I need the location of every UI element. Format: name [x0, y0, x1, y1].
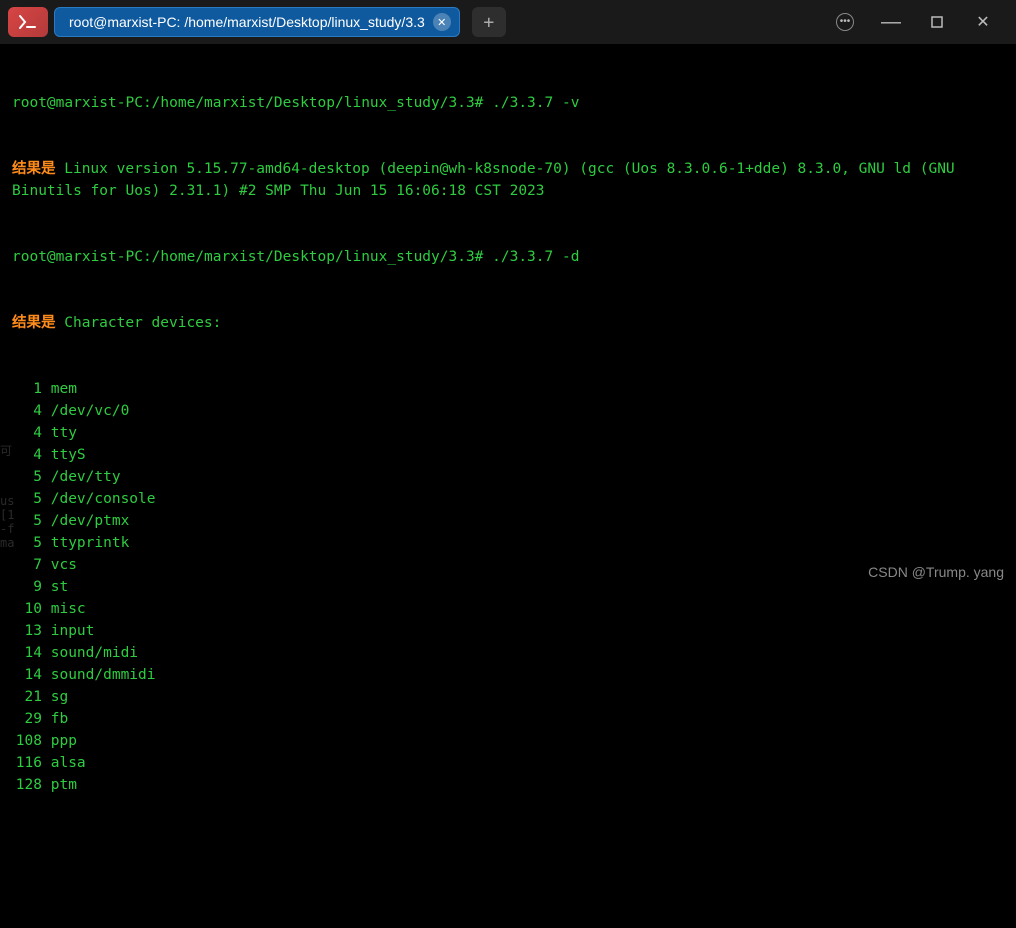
device-name: misc — [42, 601, 86, 617]
watermark: CSDN @Trump. yang — [868, 564, 1004, 580]
prompt: root@marxist-PC:/home/marxist/Desktop/li… — [12, 95, 483, 111]
tab-active[interactable]: root@marxist-PC: /home/marxist/Desktop/l… — [54, 7, 460, 37]
terminal-content[interactable]: root@marxist-PC:/home/marxist/Desktop/li… — [0, 44, 1016, 928]
tab-close-icon[interactable]: ✕ — [433, 13, 451, 31]
tab-title: root@marxist-PC: /home/marxist/Desktop/l… — [69, 14, 425, 30]
title-bar: root@marxist-PC: /home/marxist/Desktop/l… — [0, 0, 1016, 44]
output-line: 结果是 Character devices: — [0, 312, 1016, 334]
device-number: 7 — [12, 554, 42, 576]
device-name: ttyS — [42, 447, 86, 463]
device-number: 5 — [12, 532, 42, 554]
device-name: mem — [42, 381, 77, 397]
result-label: 结果是 — [12, 315, 56, 331]
device-number: 1 — [12, 378, 42, 400]
device-row: 4 tty — [0, 422, 1016, 444]
device-number: 5 — [12, 466, 42, 488]
device-row: 5 ttyprintk — [0, 532, 1016, 554]
device-number: 21 — [12, 686, 42, 708]
device-number: 14 — [12, 664, 42, 686]
result-text: Linux version 5.15.77-amd64-desktop (dee… — [12, 161, 955, 199]
device-row: 7 vcs — [0, 554, 1016, 576]
result-text: Character devices: — [56, 315, 222, 331]
device-number: 4 — [12, 400, 42, 422]
device-row: 14 sound/dmmidi — [0, 664, 1016, 686]
result-label: 结果是 — [12, 161, 56, 177]
device-number: 5 — [12, 488, 42, 510]
device-name: alsa — [42, 755, 86, 771]
device-row: 5 /dev/ptmx — [0, 510, 1016, 532]
device-row: 116 alsa — [0, 752, 1016, 774]
device-number: 128 — [12, 774, 42, 796]
device-name: sg — [42, 689, 68, 705]
device-row: 128 ptm — [0, 774, 1016, 796]
window-controls: ••• — ✕ — [832, 9, 1008, 35]
prompt-line: root@marxist-PC:/home/marxist/Desktop/li… — [0, 92, 1016, 114]
device-number: 29 — [12, 708, 42, 730]
device-number: 9 — [12, 576, 42, 598]
maximize-button[interactable] — [924, 9, 950, 35]
prompt: root@marxist-PC:/home/marxist/Desktop/li… — [12, 249, 483, 265]
device-name: /dev/console — [42, 491, 156, 507]
new-tab-button[interactable]: + — [472, 7, 506, 37]
device-row: 108 ppp — [0, 730, 1016, 752]
device-number: 108 — [12, 730, 42, 752]
device-name: ppp — [42, 733, 77, 749]
device-name: fb — [42, 711, 68, 727]
device-number: 4 — [12, 444, 42, 466]
device-row: 13 input — [0, 620, 1016, 642]
command: ./3.3.7 -v — [483, 95, 579, 111]
device-name: input — [42, 623, 94, 639]
device-name: ptm — [42, 777, 77, 793]
device-row: 14 sound/midi — [0, 642, 1016, 664]
more-button[interactable]: ••• — [832, 9, 858, 35]
device-list: 1 mem4 /dev/vc/04 tty4 ttyS5 /dev/tty5 /… — [0, 378, 1016, 796]
device-name: ttyprintk — [42, 535, 129, 551]
device-row: 9 st — [0, 576, 1016, 598]
device-row: 4 /dev/vc/0 — [0, 400, 1016, 422]
device-row: 4 ttyS — [0, 444, 1016, 466]
device-number: 14 — [12, 642, 42, 664]
terminal-app-icon — [8, 7, 48, 37]
close-button[interactable]: ✕ — [970, 9, 996, 35]
device-row: 5 /dev/tty — [0, 466, 1016, 488]
device-name: tty — [42, 425, 77, 441]
device-name: vcs — [42, 557, 77, 573]
device-name: /dev/vc/0 — [42, 403, 129, 419]
device-number: 116 — [12, 752, 42, 774]
device-number: 5 — [12, 510, 42, 532]
device-name: /dev/ptmx — [42, 513, 129, 529]
device-number: 4 — [12, 422, 42, 444]
output-line: 结果是 Linux version 5.15.77-amd64-desktop … — [0, 158, 1016, 202]
device-name: sound/dmmidi — [42, 667, 156, 683]
device-row: 21 sg — [0, 686, 1016, 708]
command: ./3.3.7 -d — [483, 249, 579, 265]
device-row: 1 mem — [0, 378, 1016, 400]
device-name: sound/midi — [42, 645, 138, 661]
device-number: 13 — [12, 620, 42, 642]
prompt-line: root@marxist-PC:/home/marxist/Desktop/li… — [0, 246, 1016, 268]
device-name: st — [42, 579, 68, 595]
device-row: 5 /dev/console — [0, 488, 1016, 510]
device-number: 10 — [12, 598, 42, 620]
device-row: 10 misc — [0, 598, 1016, 620]
minimize-button[interactable]: — — [878, 9, 904, 35]
device-row: 29 fb — [0, 708, 1016, 730]
device-name: /dev/tty — [42, 469, 121, 485]
